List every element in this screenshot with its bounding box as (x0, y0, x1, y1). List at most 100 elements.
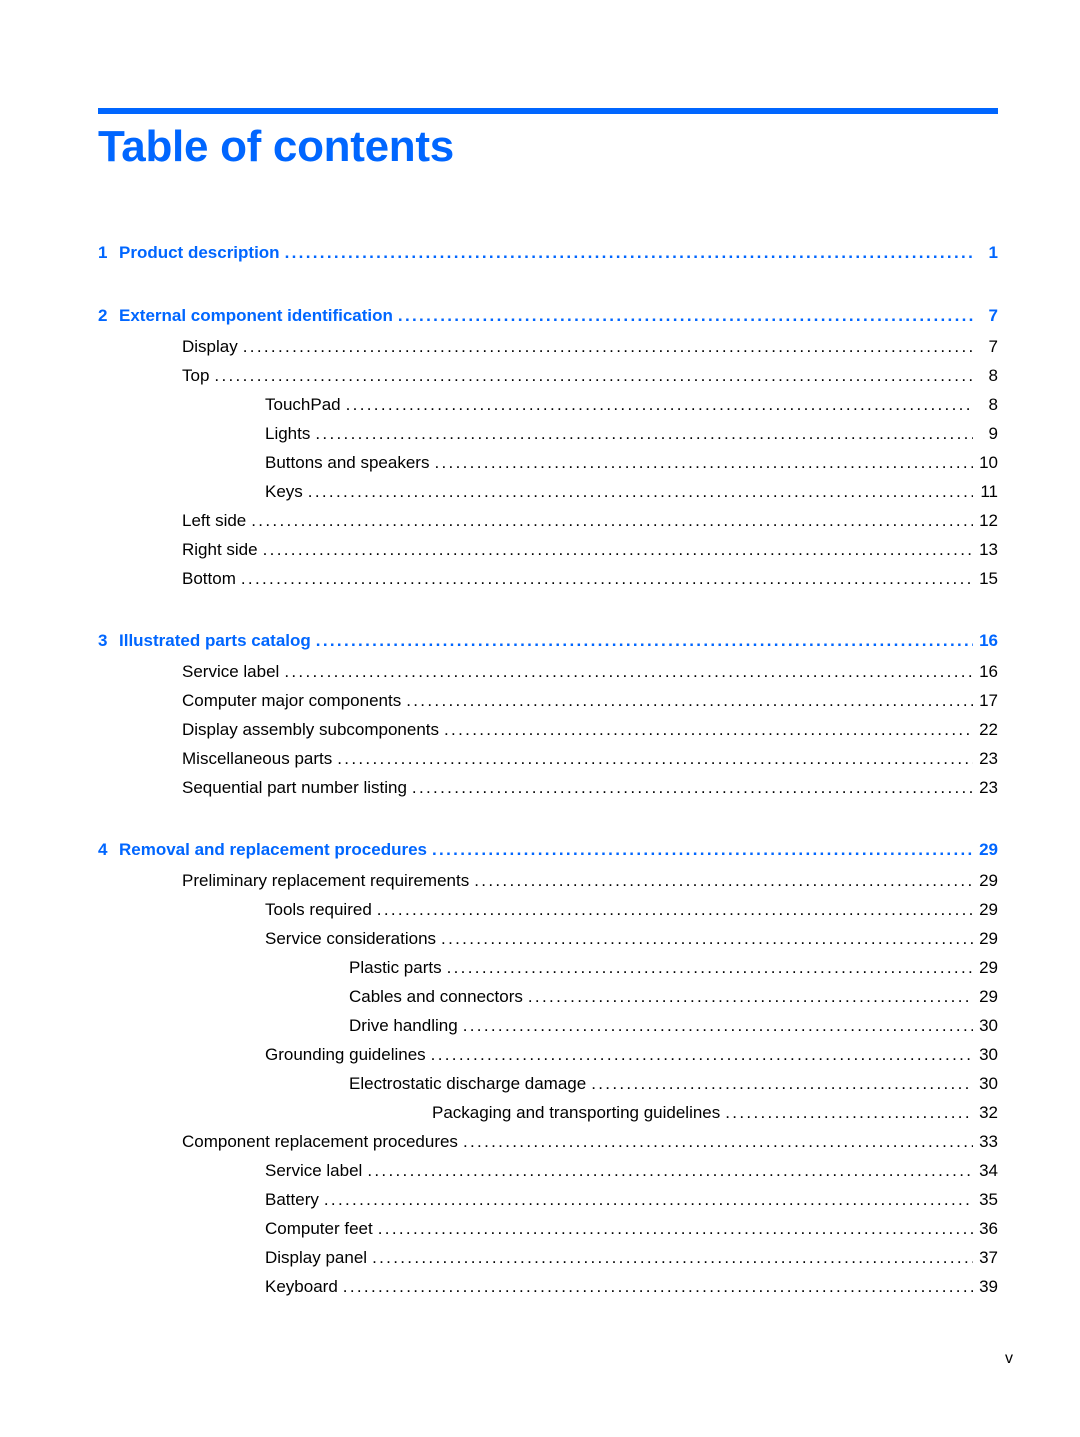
dot-leader (346, 393, 973, 417)
dot-leader (474, 869, 973, 893)
toc-entry[interactable]: Lights 9 (98, 422, 998, 446)
page-title: Table of contents (98, 122, 454, 171)
page-number: 30 (979, 1074, 998, 1093)
toc-entry[interactable]: Tools required 29 (98, 898, 998, 922)
toc-entry[interactable]: Service label 16 (98, 660, 998, 684)
page-number: 35 (979, 1190, 998, 1209)
page-number: 36 (979, 1219, 998, 1238)
page-number: 30 (979, 1045, 998, 1064)
chapter-title: Illustrated parts catalog (119, 631, 311, 650)
toc-entry[interactable]: Sequential part number listing 23 (98, 776, 998, 800)
dot-leader (398, 304, 973, 328)
dot-leader (447, 956, 973, 980)
toc-entry[interactable]: Bottom 15 (98, 567, 998, 591)
dot-leader (251, 509, 973, 533)
entry-title: Computer feet (265, 1219, 373, 1238)
entry-title: Lights (265, 424, 311, 443)
dot-leader (241, 567, 973, 591)
chapter-title: Product description (119, 243, 280, 262)
entry-title: Plastic parts (349, 958, 442, 977)
dot-leader (343, 1275, 973, 1299)
dot-leader (444, 718, 973, 742)
page-number: 29 (979, 871, 998, 890)
chapter-number: 1 (98, 243, 108, 262)
toc-chapter-3[interactable]: 3 Illustrated parts catalog 16 (98, 629, 998, 653)
toc-entry[interactable]: Left side 12 (98, 509, 998, 533)
toc-entry[interactable]: Electrostatic discharge damage 30 (98, 1072, 998, 1096)
toc-entry[interactable]: Display panel 37 (98, 1246, 998, 1270)
page-number: 34 (979, 1161, 998, 1180)
toc-chapter-4[interactable]: 4 Removal and replacement procedures 29 (98, 838, 998, 862)
dot-leader (316, 629, 973, 653)
page-number: 23 (979, 778, 998, 797)
entry-title: Top (182, 366, 210, 385)
toc-entry[interactable]: Keys 11 (98, 480, 998, 504)
entry-title: Service label (265, 1161, 363, 1180)
dot-leader (432, 838, 973, 862)
page-number: 9 (988, 424, 998, 443)
entry-title: Keyboard (265, 1277, 338, 1296)
toc-entry[interactable]: Service label 34 (98, 1159, 998, 1183)
page-number: 16 (979, 631, 998, 650)
page-number: 17 (979, 691, 998, 710)
toc-entry[interactable]: Display assembly subcomponents 22 (98, 718, 998, 742)
page-number: 33 (979, 1132, 998, 1151)
dot-leader (214, 364, 973, 388)
entry-title: Left side (182, 511, 247, 530)
entry-title: Drive handling (349, 1016, 458, 1035)
page-number: 29 (979, 958, 998, 977)
page-number: 37 (979, 1248, 998, 1267)
dot-leader (377, 898, 973, 922)
entry-title: Bottom (182, 569, 236, 588)
toc-entry[interactable]: Display 7 (98, 335, 998, 359)
toc-chapter-2[interactable]: 2 External component identification 7 (98, 304, 998, 328)
dot-leader (367, 1159, 973, 1183)
entry-title: Computer major components (182, 691, 402, 710)
toc-entry[interactable]: Component replacement procedures 33 (98, 1130, 998, 1154)
toc-entry[interactable]: Computer major components 17 (98, 689, 998, 713)
entry-title: Display assembly subcomponents (182, 720, 440, 739)
page-folio: v (1005, 1350, 1013, 1367)
page-number: 29 (979, 987, 998, 1006)
entry-title: Sequential part number listing (182, 778, 407, 797)
toc-entry[interactable]: Cables and connectors 29 (98, 985, 998, 1009)
title-rule (98, 108, 998, 114)
page-number: 8 (988, 395, 998, 414)
entry-title: Service label (182, 662, 280, 681)
entry-title: Preliminary replacement requirements (182, 871, 470, 890)
page-number: 7 (988, 337, 998, 356)
page-number: 8 (988, 366, 998, 385)
entry-title: Display panel (265, 1248, 368, 1267)
dot-leader (412, 776, 973, 800)
entry-title: Grounding guidelines (265, 1045, 426, 1064)
page-number: 10 (979, 453, 998, 472)
entry-title: Miscellaneous parts (182, 749, 333, 768)
dot-leader (372, 1246, 973, 1270)
toc-entry[interactable]: Packaging and transporting guidelines 32 (98, 1101, 998, 1125)
toc-entry[interactable]: Grounding guidelines 30 (98, 1043, 998, 1067)
toc-entry[interactable]: TouchPad 8 (98, 393, 998, 417)
toc-entry[interactable]: Drive handling 30 (98, 1014, 998, 1038)
page-number: 29 (979, 900, 998, 919)
toc-entry[interactable]: Computer feet 36 (98, 1217, 998, 1241)
toc-entry[interactable]: Keyboard 39 (98, 1275, 998, 1299)
page-number: 11 (980, 482, 998, 501)
dot-leader (463, 1130, 973, 1154)
toc-entry[interactable]: Buttons and speakers 10 (98, 451, 998, 475)
toc-entry[interactable]: Right side 13 (98, 538, 998, 562)
entry-title: Component replacement procedures (182, 1132, 458, 1151)
toc-entry[interactable]: Plastic parts 29 (98, 956, 998, 980)
chapter-title: Removal and replacement procedures (119, 840, 428, 859)
toc-entry[interactable]: Preliminary replacement requirements 29 (98, 869, 998, 893)
dot-leader (243, 335, 973, 359)
toc-entry[interactable]: Battery 35 (98, 1188, 998, 1212)
toc-entry[interactable]: Miscellaneous parts 23 (98, 747, 998, 771)
chapter-number: 3 (98, 631, 108, 650)
toc-entry[interactable]: Service considerations 29 (98, 927, 998, 951)
toc-entry[interactable]: Top 8 (98, 364, 998, 388)
page-number: 7 (988, 306, 998, 325)
page-number: 22 (979, 720, 998, 739)
dot-leader (263, 538, 973, 562)
entry-title: Keys (265, 482, 303, 501)
toc-chapter-1[interactable]: 1 Product description 1 (98, 241, 998, 265)
